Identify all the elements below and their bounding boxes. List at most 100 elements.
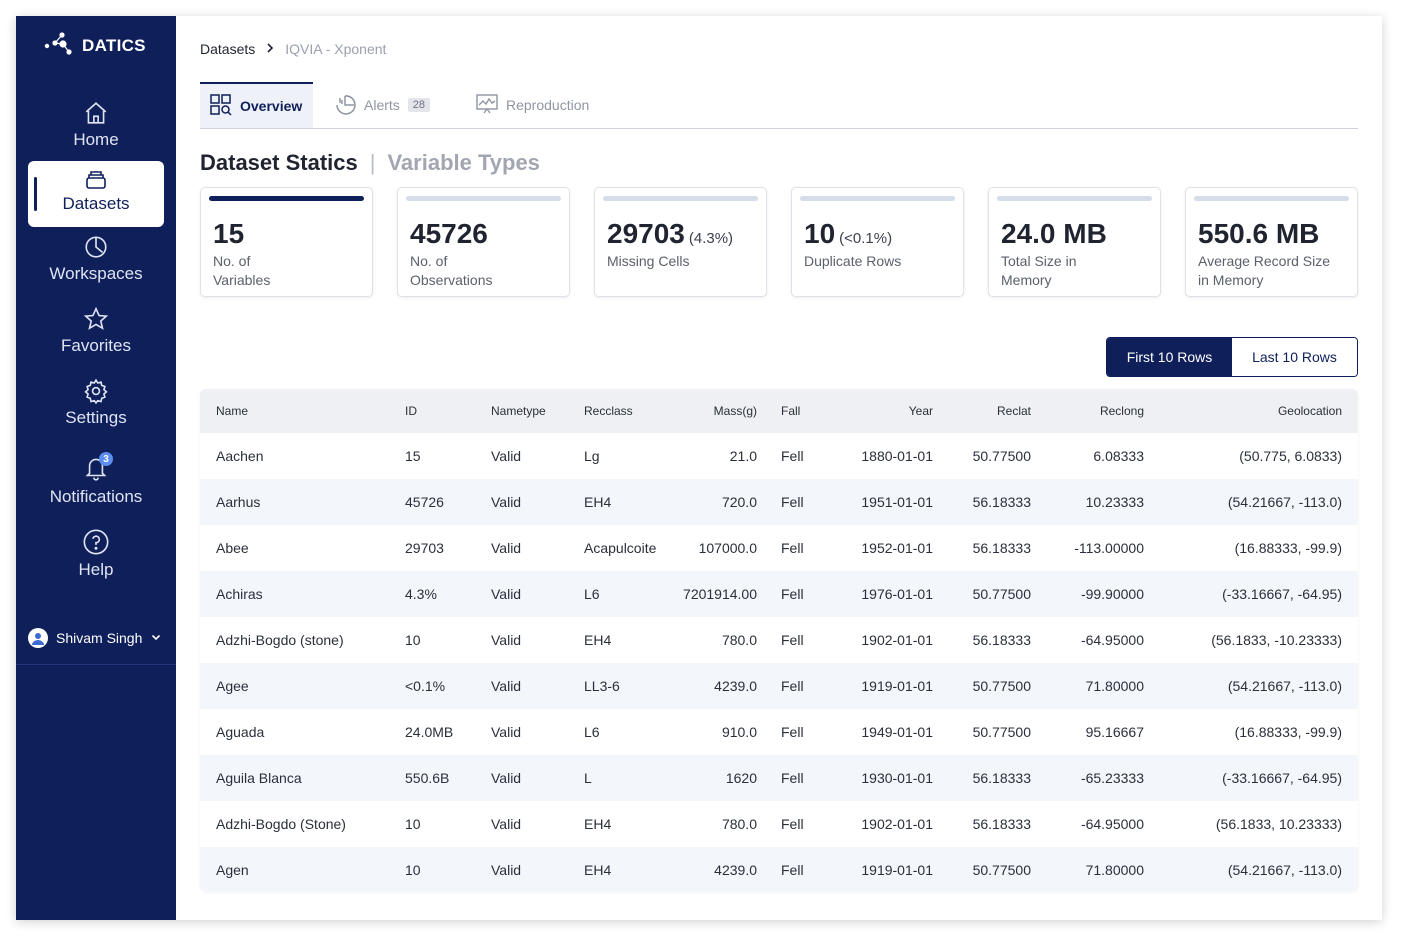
sidebar-item-workspaces[interactable]: Workspaces <box>28 234 164 284</box>
cell-nametype: Valid <box>483 801 576 847</box>
column-header[interactable]: Year <box>814 389 941 433</box>
column-header[interactable]: Mass(g) <box>669 389 765 433</box>
cell-year: 1880-01-01 <box>814 433 941 479</box>
cell-id: 10 <box>397 617 483 663</box>
cell-fall: Fell <box>765 571 814 617</box>
cell-id: 550.6B <box>397 755 483 801</box>
cell-recclass: L6 <box>576 709 669 755</box>
first-rows-button[interactable]: First 10 Rows <box>1107 338 1232 376</box>
cell-name: Aguada <box>200 709 397 755</box>
stat-value: 45726 <box>410 218 488 249</box>
cell-year: 1952-01-01 <box>814 525 941 571</box>
sidebar-item-favorites[interactable]: Favorites <box>28 306 164 356</box>
cell-nametype: Valid <box>483 571 576 617</box>
stat-card-avg-record-size[interactable]: 550.6 MB Average Record Size in Memory <box>1185 187 1358 297</box>
dataset-statics-tab[interactable]: Dataset Statics <box>200 150 358 176</box>
sidebar-item-help[interactable]: Help <box>28 528 164 580</box>
tab-alerts[interactable]: Alerts 28 <box>324 82 440 128</box>
stat-card-missing-cells[interactable]: 29703 (4.3%) Missing Cells <box>594 187 767 297</box>
sidebar-item-datasets[interactable]: Datasets <box>28 161 164 227</box>
cell-mass: 21.0 <box>669 433 765 479</box>
cell-nametype: Valid <box>483 847 576 891</box>
column-header[interactable]: ID <box>397 389 483 433</box>
stat-card-duplicate-rows[interactable]: 10 (<0.1%) Duplicate Rows <box>791 187 964 297</box>
table-row[interactable]: Achiras 4.3% Valid L6 7201914.00 Fell 1976-01-… <box>200 571 1358 617</box>
cell-year: 1930-01-01 <box>814 755 941 801</box>
cell-reclat: 56.18333 <box>941 525 1039 571</box>
cell-mass: 1620 <box>669 755 765 801</box>
sidebar-item-settings[interactable]: Settings <box>28 378 164 428</box>
stat-card-total-size[interactable]: 24.0 MB Total Size in Memory <box>988 187 1161 297</box>
last-rows-button[interactable]: Last 10 Rows <box>1232 338 1357 376</box>
user-menu[interactable]: Shivam Singh <box>28 628 162 648</box>
cell-geolocation: (16.88333, -99.9) <box>1152 525 1358 571</box>
cell-geolocation: (-33.16667, -64.95) <box>1152 755 1358 801</box>
cell-reclat: 50.77500 <box>941 847 1039 891</box>
table-row[interactable]: Abee 29703 Valid Acapulcoite 107000.0 Fell 195… <box>200 525 1358 571</box>
column-header[interactable]: Geolocation <box>1152 389 1358 433</box>
workspaces-icon <box>83 234 109 260</box>
cell-mass: 107000.0 <box>669 525 765 571</box>
cell-reclong: 6.08333 <box>1039 433 1152 479</box>
cell-reclong: -113.00000 <box>1039 525 1152 571</box>
sidebar-divider <box>16 664 176 665</box>
cell-name: Abee <box>200 525 397 571</box>
column-header[interactable]: Reclong <box>1039 389 1152 433</box>
sidebar-item-home[interactable]: Home <box>28 100 164 150</box>
cell-id: 4.3% <box>397 571 483 617</box>
stat-caption: Duplicate Rows <box>804 253 902 269</box>
card-indicator <box>406 196 561 201</box>
cell-reclat: 50.77500 <box>941 571 1039 617</box>
stat-value: 24.0 MB <box>1001 218 1107 249</box>
table-row[interactable]: Aachen 15 Valid Lg 21.0 Fell 1880-01-01 50.7750… <box>200 433 1358 479</box>
stat-caption: Average Record Size in Memory <box>1198 253 1331 288</box>
stat-cards: 15 No. of Variables 45726 No. of Observa… <box>200 187 1358 297</box>
bell-icon: 3 <box>83 452 113 483</box>
tab-reproduction[interactable]: Reproduction <box>466 82 599 128</box>
column-header[interactable]: Reclat <box>941 389 1039 433</box>
column-header[interactable]: Nametype <box>483 389 576 433</box>
cell-reclong: -64.95000 <box>1039 801 1152 847</box>
cell-recclass: L6 <box>576 571 669 617</box>
heading-divider: | <box>369 150 376 175</box>
brand-name: DATICS <box>82 35 146 55</box>
cell-id: 29703 <box>397 525 483 571</box>
cell-reclat: 56.18333 <box>941 479 1039 525</box>
table-row[interactable]: Aguada 24.0MB Valid L6 910.0 Fell 1949-01-01 50… <box>200 709 1358 755</box>
table-row[interactable]: Agee <0.1% Valid LL3-6 4239.0 Fell 1919-01-01 5… <box>200 663 1358 709</box>
table-row[interactable]: Agen 10 Valid EH4 4239.0 Fell 1919-01-01 50.775… <box>200 847 1358 891</box>
cell-geolocation: (56.1833, -10.23333) <box>1152 617 1358 663</box>
cell-name: Aachen <box>200 433 397 479</box>
cell-nametype: Valid <box>483 709 576 755</box>
breadcrumb-root-link[interactable]: Datasets <box>200 41 255 57</box>
card-indicator <box>800 196 955 201</box>
alerts-icon <box>334 93 356 118</box>
table-row[interactable]: Aguila Blanca 550.6B Valid L 1620 Fell 1930-01… <box>200 755 1358 801</box>
help-icon <box>82 528 110 556</box>
cell-mass: 720.0 <box>669 479 765 525</box>
table-row[interactable]: Adzhi-Bogdo (Stone) 10 Valid EH4 780.0 Fell 19… <box>200 801 1358 847</box>
cell-mass: 4239.0 <box>669 663 765 709</box>
cell-geolocation: (54.21667, -113.0) <box>1152 847 1358 891</box>
table-body: Aachen 15 Valid Lg 21.0 Fell 1880-01-01 50.7750… <box>200 433 1358 891</box>
variable-types-tab[interactable]: Variable Types <box>387 150 539 176</box>
cell-name: Aguila Blanca <box>200 755 397 801</box>
table-row[interactable]: Aarhus 45726 Valid EH4 720.0 Fell 1951-01-01 56… <box>200 479 1358 525</box>
stat-card-observations[interactable]: 45726 No. of Observations <box>397 187 570 297</box>
sidebar-item-notifications[interactable]: 3 Notifications <box>28 452 164 507</box>
cell-nametype: Valid <box>483 525 576 571</box>
cell-year: 1919-01-01 <box>814 847 941 891</box>
table-row[interactable]: Adzhi-Bogdo (stone) 10 Valid EH4 780.0 Fell 19… <box>200 617 1358 663</box>
column-header[interactable]: Recclass <box>576 389 669 433</box>
stat-card-variables[interactable]: 15 No. of Variables <box>200 187 373 297</box>
sidebar-item-label: Notifications <box>49 487 143 506</box>
cell-recclass: EH4 <box>576 847 669 891</box>
brand-logo[interactable]: DATICS <box>44 30 146 61</box>
tab-bar: Overview Alerts 28 Reproduction <box>200 82 1358 129</box>
tab-overview[interactable]: Overview <box>200 82 313 128</box>
column-header[interactable]: Name <box>200 389 397 433</box>
cell-geolocation: (50.775, 6.0833) <box>1152 433 1358 479</box>
logo-mark-icon <box>44 30 74 61</box>
stat-value: 15 <box>213 218 245 249</box>
column-header[interactable]: Fall <box>765 389 814 433</box>
